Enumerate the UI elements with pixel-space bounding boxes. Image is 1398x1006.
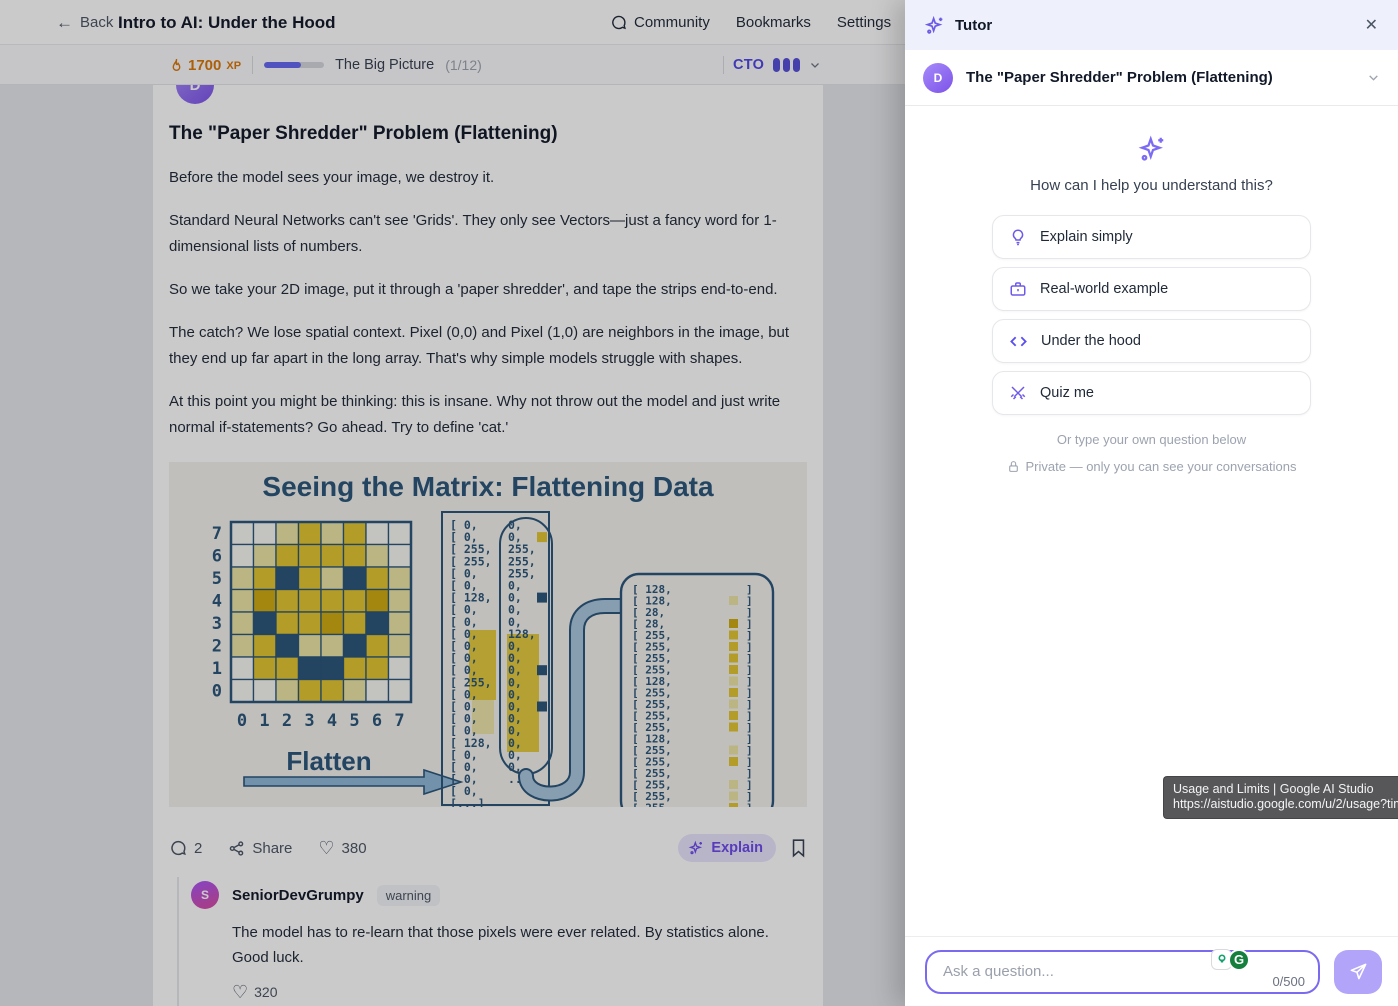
suggestion-label: Quiz me [1040, 385, 1094, 401]
lock-icon [1007, 460, 1020, 473]
tooltip-url: https://aistudio.google.com/u/2/usage?ti… [1173, 797, 1390, 812]
link-status-tooltip: Usage and Limits | Google AI Studio http… [1163, 776, 1398, 819]
tooltip-title: Usage and Limits | Google AI Studio [1173, 782, 1390, 797]
suggestion-real-world-example[interactable]: Real-world example [992, 267, 1311, 311]
suggestion-label: Explain simply [1040, 229, 1133, 245]
suggestion-quiz-me[interactable]: Quiz me [992, 371, 1311, 415]
tutor-suggestions-area: How can I help you understand this? Expl… [905, 134, 1398, 474]
suggestion-under-the-hood[interactable]: Under the hood [992, 319, 1311, 363]
sparkles-icon [1137, 134, 1167, 164]
close-icon[interactable]: ✕ [1365, 15, 1378, 35]
tutor-lesson-title: The "Paper Shredder" Problem (Flattening… [966, 69, 1273, 86]
lightbulb-icon [1009, 228, 1027, 246]
char-counter: 0/500 [1272, 974, 1305, 989]
tutor-greeting: How can I help you understand this? [905, 177, 1398, 194]
question-input[interactable]: Ask a question... G 0/500 [925, 950, 1320, 994]
question-placeholder: Ask a question... [943, 963, 1054, 980]
tutor-privacy-note: Private — only you can see your conversa… [905, 459, 1398, 474]
briefcase-icon [1009, 280, 1027, 298]
grammarly-badges: G [1211, 949, 1250, 971]
suggestion-label: Under the hood [1041, 333, 1141, 349]
tutor-lesson-selector[interactable]: D The "Paper Shredder" Problem (Flatteni… [905, 50, 1398, 106]
modal-dim-overlay[interactable] [0, 0, 905, 1006]
paper-plane-icon [1349, 962, 1368, 981]
code-icon [1009, 333, 1028, 350]
tutor-title: Tutor [955, 17, 992, 34]
tutor-hint: Or type your own question below [905, 432, 1398, 447]
sparkles-icon [924, 15, 945, 36]
suggestion-explain-simply[interactable]: Explain simply [992, 215, 1311, 259]
suggestion-label: Real-world example [1040, 281, 1168, 297]
lesson-avatar: D [923, 63, 953, 93]
send-button[interactable] [1334, 950, 1382, 994]
chevron-down-icon [1367, 71, 1380, 84]
swords-icon [1009, 384, 1027, 402]
grammarly-icon[interactable]: G [1228, 949, 1250, 971]
tutor-input-area: Ask a question... G 0/500 [905, 936, 1398, 1006]
tutor-panel-header: Tutor ✕ [905, 0, 1398, 50]
tutor-panel: Tutor ✕ D The "Paper Shredder" Problem (… [905, 0, 1398, 1006]
